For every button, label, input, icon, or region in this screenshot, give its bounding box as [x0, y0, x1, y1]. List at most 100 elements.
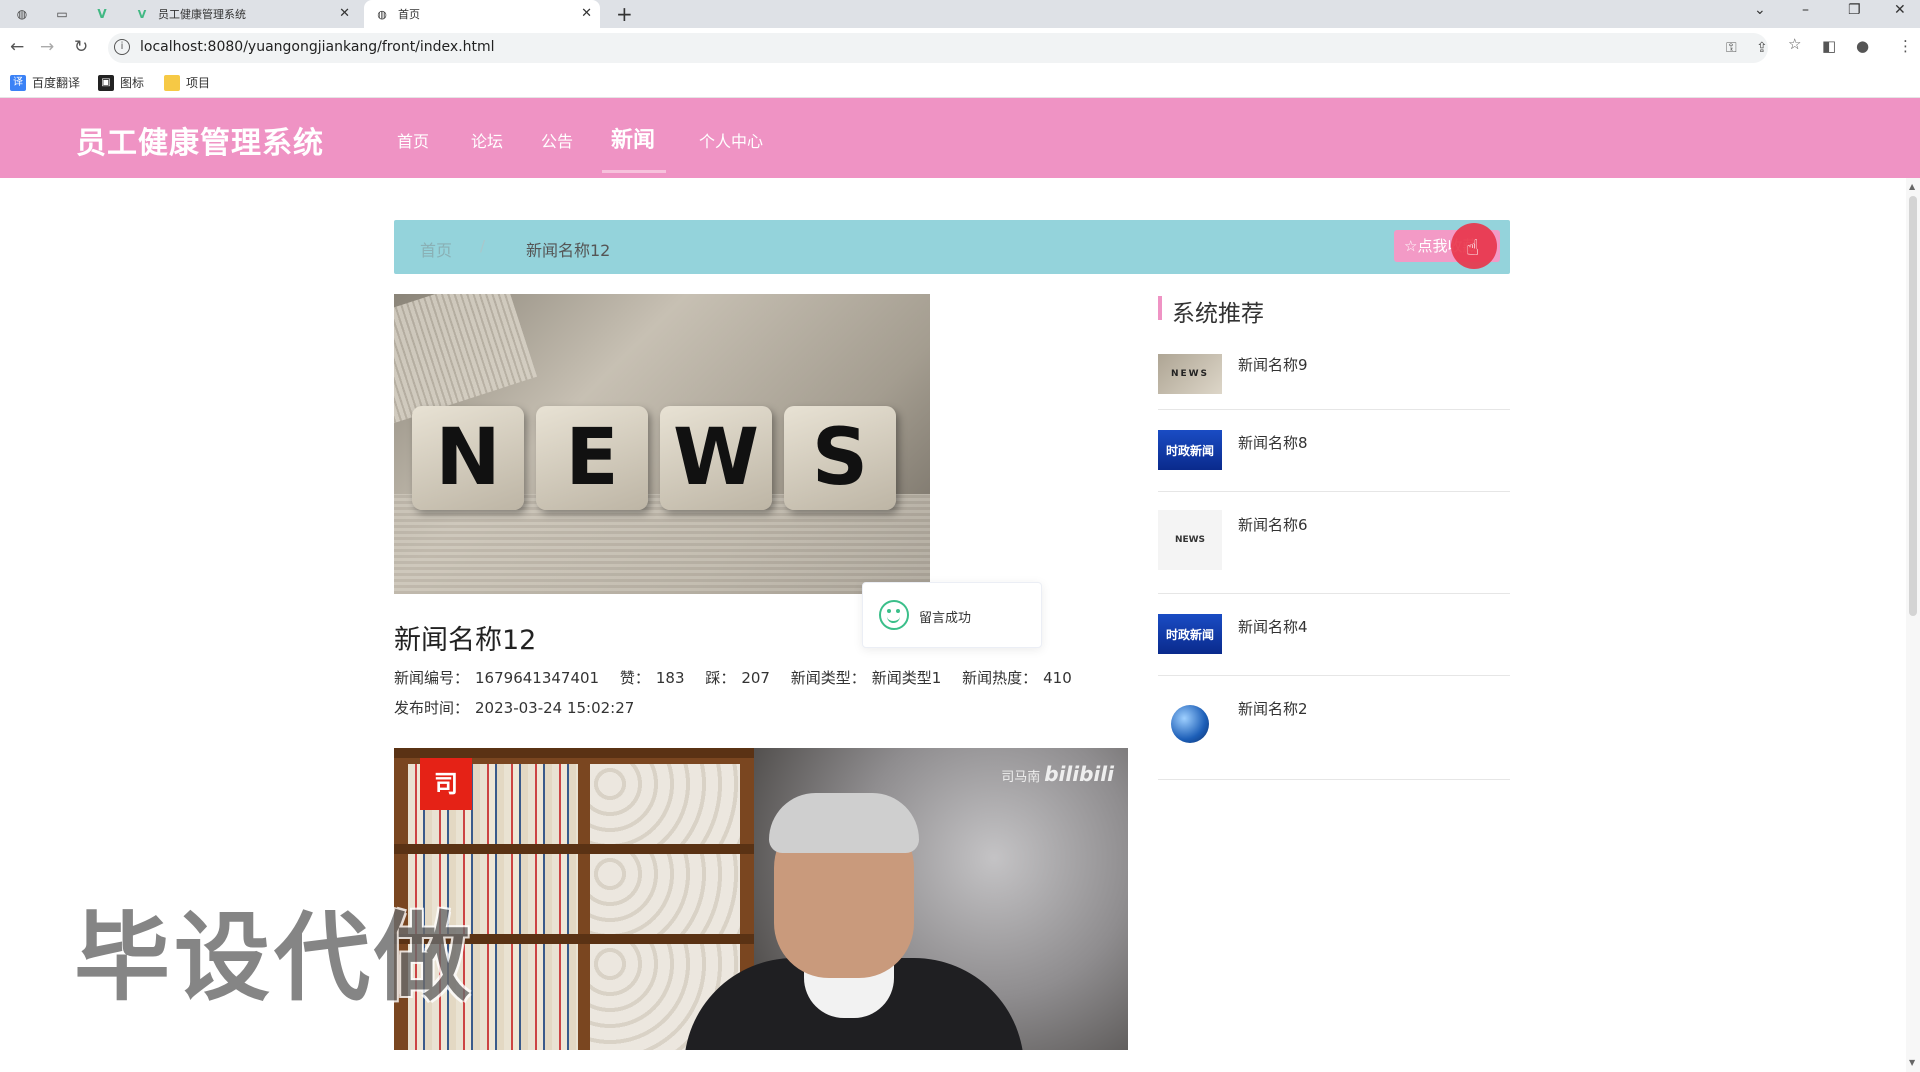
- image-icon: ▣: [98, 74, 114, 91]
- close-window-icon[interactable]: ✕: [1894, 2, 1906, 18]
- recommend-item-title[interactable]: 新闻名称6: [1238, 514, 1308, 535]
- recommend-item[interactable]: NEWS 新闻名称6: [1158, 492, 1510, 594]
- globe-thumbnail: [1158, 704, 1222, 744]
- news-cube: W: [660, 406, 772, 510]
- news-title: 新闻名称12: [394, 625, 537, 656]
- id-label: 新闻编号：: [394, 669, 470, 687]
- tab-system[interactable]: V 员工健康管理系统 ✕: [124, 0, 358, 28]
- menu-icon[interactable]: ⋮: [1898, 37, 1913, 55]
- site-logo[interactable]: 员工健康管理系统: [76, 118, 324, 162]
- blank-tab-icon[interactable]: ▭: [52, 4, 72, 24]
- minimize-icon[interactable]: –: [1802, 2, 1809, 18]
- hand-cursor-icon: ☝: [1466, 236, 1480, 261]
- info-icon[interactable]: i: [114, 39, 130, 55]
- hot-value: 410: [1043, 669, 1072, 687]
- breadcrumb: 首页 / 新闻名称12 ☆点我收藏 ☝: [394, 220, 1510, 274]
- url-field[interactable]: i localhost:8080/yuangongjiankang/front/…: [108, 33, 1768, 63]
- magnifier-thumbnail: NEWS: [1158, 510, 1222, 570]
- recommend-item[interactable]: NEWS 新闻名称9: [1158, 340, 1510, 410]
- shelf-board: [394, 844, 754, 854]
- back-icon[interactable]: ←: [10, 37, 24, 57]
- breadcrumb-current: 新闻名称12: [526, 241, 611, 260]
- bookmark-translate[interactable]: 译 百度翻译: [10, 74, 80, 91]
- time-value: 2023-03-24 15:02:27: [475, 699, 635, 717]
- vue-icon[interactable]: V: [92, 4, 112, 24]
- scroll-down-icon[interactable]: ▼: [1909, 1058, 1915, 1067]
- recommend-heading-text: 系统推荐: [1172, 301, 1264, 327]
- nav-personal-center[interactable]: 个人中心: [699, 128, 763, 152]
- reload-icon[interactable]: ↻: [74, 37, 88, 57]
- nav-notice[interactable]: 公告: [541, 128, 573, 152]
- scroll-stack: [590, 854, 740, 934]
- globe-icon[interactable]: ◍: [12, 4, 32, 24]
- recommend-item[interactable]: 时政新闻 新闻名称8: [1158, 410, 1510, 492]
- news-thumbnail: 时政新闻: [1158, 614, 1222, 654]
- news-cube: N: [412, 406, 524, 510]
- tab-label: 员工健康管理系统: [158, 8, 246, 21]
- browser-tabstrip: ◍ ▭ V V 员工健康管理系统 ✕ ◍ 首页 ✕ + ⌄ – ❐ ✕: [0, 0, 1920, 28]
- globe-icon: ◍: [377, 7, 387, 21]
- recommend-item-title[interactable]: 新闻名称8: [1238, 432, 1308, 453]
- news-thumbnail: NEWS: [1158, 354, 1222, 394]
- bookmark-project[interactable]: 项目: [164, 74, 210, 91]
- translate-icon: 译: [10, 74, 26, 91]
- like-value: 183: [655, 669, 685, 687]
- nav-forum[interactable]: 论坛: [471, 128, 503, 152]
- type-value: 新闻类型1: [871, 669, 942, 687]
- scroll-up-icon[interactable]: ▲: [1909, 182, 1915, 191]
- close-icon[interactable]: ✕: [339, 6, 350, 21]
- tab-home[interactable]: ◍ 首页 ✕: [364, 0, 600, 28]
- news-cover-image: N E W S: [394, 294, 930, 594]
- recommend-item[interactable]: 新闻名称2: [1158, 676, 1510, 780]
- recommend-item-title[interactable]: 新闻名称9: [1238, 354, 1308, 375]
- bookmark-label: 项目: [186, 76, 211, 90]
- chevron-down-icon[interactable]: ⌄: [1754, 2, 1766, 18]
- address-bar: ← → ↻ i localhost:8080/yuangongjiankang/…: [0, 28, 1920, 68]
- key-icon[interactable]: ⚿: [1726, 40, 1737, 56]
- restore-icon[interactable]: ❐: [1848, 2, 1861, 18]
- hot-label: 新闻热度：: [962, 669, 1038, 687]
- recommend-item-title[interactable]: 新闻名称2: [1238, 698, 1308, 719]
- toast-message: 留言成功: [919, 611, 972, 626]
- id-value: 1679641347401: [475, 669, 600, 687]
- share-icon[interactable]: ⇪: [1756, 40, 1768, 56]
- bookmarks-bar: 译 百度翻译 ▣ 图标 项目: [0, 68, 1920, 98]
- news-thumbnail: 时政新闻: [1158, 430, 1222, 470]
- breadcrumb-home[interactable]: 首页: [420, 237, 452, 261]
- watermark-name: 司马南: [1001, 770, 1041, 785]
- like-label[interactable]: 赞：: [620, 669, 650, 687]
- shelf-board: [394, 748, 754, 758]
- folder-icon: [164, 74, 180, 91]
- news-cube: S: [784, 406, 896, 510]
- channel-badge: 司: [420, 758, 472, 810]
- close-icon[interactable]: ✕: [581, 6, 592, 21]
- type-label: 新闻类型：: [790, 669, 866, 687]
- smile-icon: [879, 600, 909, 630]
- success-toast: 留言成功: [862, 582, 1042, 648]
- video-watermark: 司马南 bilibili: [1001, 762, 1114, 786]
- dislike-label[interactable]: 踩：: [705, 669, 735, 687]
- nav-home[interactable]: 首页: [397, 128, 429, 152]
- sidebar-icon[interactable]: ◧: [1822, 37, 1836, 55]
- new-tab-icon[interactable]: +: [616, 2, 633, 26]
- news-video[interactable]: 司 司马南 bilibili: [394, 748, 1128, 1050]
- bookmark-label: 图标: [120, 76, 145, 90]
- speaker-hair: [769, 793, 919, 853]
- star-icon[interactable]: ☆: [1788, 35, 1801, 53]
- recommend-item-title[interactable]: 新闻名称4: [1238, 616, 1308, 637]
- nav-active-indicator: [602, 170, 666, 173]
- bookmark-label: 百度翻译: [32, 76, 81, 90]
- bookmark-icons[interactable]: ▣ 图标: [98, 74, 144, 91]
- heading-accent: [1158, 296, 1162, 320]
- site-header: 员工健康管理系统 首页 论坛 公告 新闻 个人中心: [0, 98, 1920, 178]
- page-scrollbar[interactable]: ▲ ▼: [1906, 178, 1920, 1072]
- profile-icon[interactable]: ●: [1856, 37, 1869, 55]
- watermark-site: bilibili: [1044, 762, 1114, 786]
- news-meta: 新闻编号： 1679641347401 赞： 183 踩： 207 新闻类型： 新闻类型…: [394, 667, 1088, 688]
- nav-news[interactable]: 新闻: [611, 122, 655, 154]
- recommend-item[interactable]: 时政新闻 新闻名称4: [1158, 594, 1510, 676]
- scroll-thumb[interactable]: [1909, 196, 1917, 616]
- time-label: 发布时间：: [394, 699, 470, 717]
- forward-icon[interactable]: →: [40, 37, 54, 57]
- globe-icon: [1171, 705, 1209, 743]
